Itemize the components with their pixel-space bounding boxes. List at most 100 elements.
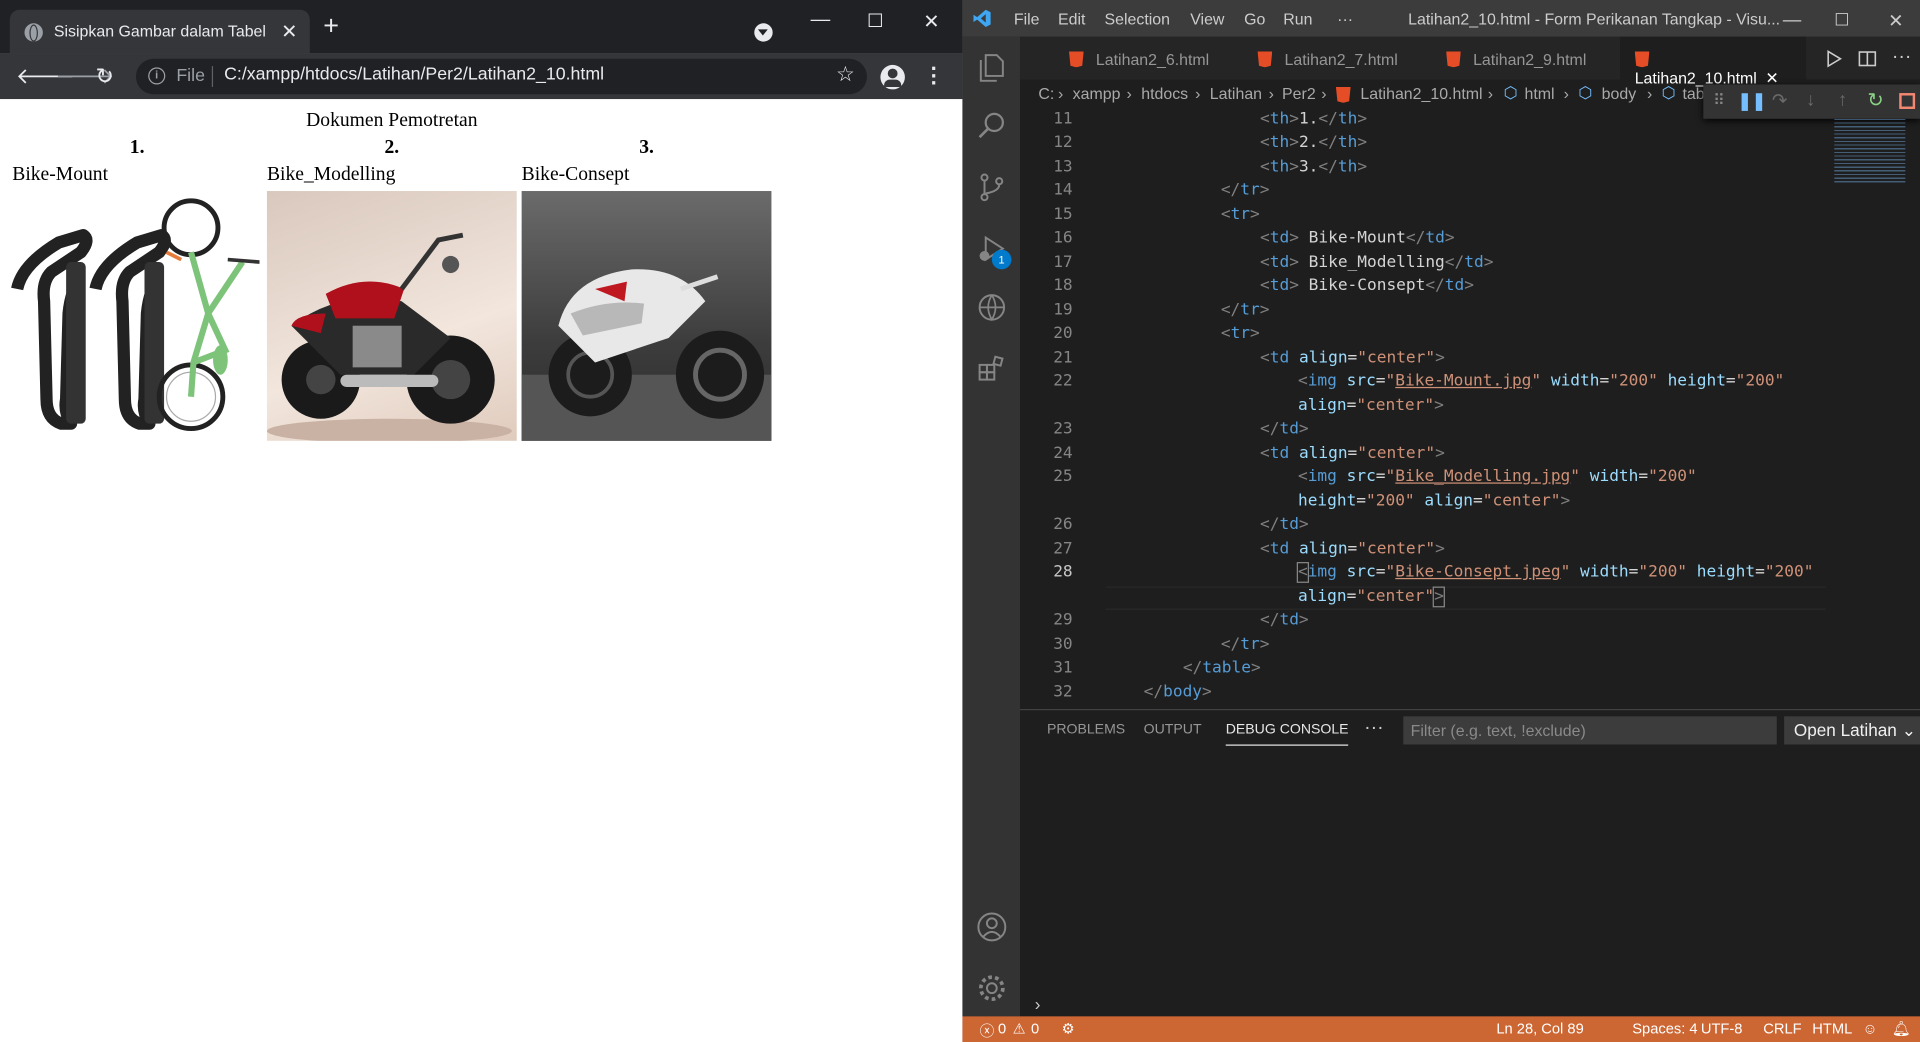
source-control-icon[interactable]: [976, 171, 1008, 203]
warning-count[interactable]: 0: [1031, 1020, 1039, 1037]
bookmark-star-icon[interactable]: ☆: [836, 62, 855, 86]
menu-file[interactable]: File: [1014, 10, 1040, 28]
debug-console-filter-input[interactable]: Filter (e.g. text, !exclude): [1403, 716, 1777, 745]
open-latihan-select[interactable]: Open Latihan ⌄: [1784, 716, 1920, 745]
code-line: <img src="Bike-Mount.jpg" width="200" he…: [1297, 372, 1785, 391]
breadcrumb-item[interactable]: html: [1525, 84, 1555, 102]
step-into-icon[interactable]: ↓: [1806, 89, 1815, 110]
code-line: align="center">: [1297, 586, 1446, 608]
globe-icon: [24, 23, 43, 42]
table-caption: Dokumen Pemotretan: [306, 110, 478, 132]
warning-icon[interactable]: ⚠: [1013, 1020, 1026, 1037]
breadcrumb-item[interactable]: body: [1602, 84, 1637, 102]
tab-latihan2-10[interactable]: Latihan2_10.html ✕: [1620, 36, 1807, 87]
vscode-titlebar: File Edit Selection View Go Run ··· Lati…: [962, 0, 1920, 37]
line-number: 17: [1053, 253, 1073, 272]
tab-problems[interactable]: PROBLEMS: [1047, 722, 1125, 737]
explorer-icon[interactable]: [976, 51, 1008, 83]
more-actions-icon[interactable]: ···: [1892, 47, 1912, 69]
table-cell-bike-consept: Bike-Consept: [521, 164, 630, 185]
extensions-icon[interactable]: [976, 353, 1008, 385]
step-out-icon[interactable]: ↑: [1838, 89, 1847, 110]
menu-more[interactable]: ···: [1337, 10, 1353, 28]
chevron-right-icon: ›: [1646, 84, 1653, 103]
code-line: <th>3.</th>: [1260, 157, 1368, 177]
code-editor[interactable]: 11 12 13 14 15 16 17 18 19 20 21 22 23 24 25 26 27 28 29 30…: [1020, 109, 1920, 709]
reload-icon[interactable]: ↻: [96, 64, 114, 90]
close-tab-icon[interactable]: ✕: [281, 20, 297, 44]
search-icon[interactable]: [976, 110, 1008, 142]
table-cell-bike-modelling: Bike_Modelling: [266, 164, 396, 185]
address-url[interactable]: C:/xampp/htdocs/Latihan/Per2/Latihan2_10…: [224, 65, 604, 85]
tab-latihan2-9[interactable]: Latihan2_9.html: [1446, 37, 1586, 80]
minimize-icon[interactable]: —: [811, 10, 831, 32]
notifications-bell-icon[interactable]: 🔔︎: [1892, 1020, 1911, 1037]
encoding[interactable]: UTF-8: [1701, 1020, 1743, 1037]
breadcrumb-item[interactable]: C:: [1038, 84, 1054, 102]
drag-handle-icon[interactable]: ⠿: [1713, 91, 1725, 111]
html5-icon: [1068, 51, 1084, 68]
minimize-icon[interactable]: —: [1783, 10, 1801, 31]
language-mode[interactable]: HTML: [1812, 1020, 1852, 1037]
line-number: 28: [1053, 563, 1073, 582]
line-number: 25: [1053, 467, 1073, 487]
line-number: 29: [1053, 611, 1073, 630]
indentation[interactable]: Spaces: 4: [1632, 1020, 1697, 1037]
breadcrumb-item[interactable]: xampp: [1073, 84, 1121, 102]
close-window-icon[interactable]: ✕: [923, 10, 939, 34]
menu-run[interactable]: Run: [1283, 10, 1312, 28]
stop-icon[interactable]: [1899, 93, 1916, 109]
address-bar[interactable]: i File C:/xampp/htdocs/Latihan/Per2/Lati…: [135, 58, 867, 95]
table-header-1: 1.: [129, 137, 145, 158]
feedback-icon[interactable]: ☺: [1862, 1020, 1877, 1037]
menu-edit[interactable]: Edit: [1058, 10, 1085, 28]
minimap[interactable]: [1834, 118, 1906, 183]
line-number: 12: [1053, 133, 1073, 152]
new-tab-button[interactable]: +: [323, 12, 339, 39]
breadcrumb-item[interactable]: htdocs: [1141, 84, 1188, 102]
menu-selection[interactable]: Selection: [1104, 10, 1169, 28]
remote-explorer-icon[interactable]: [976, 291, 1008, 323]
tab-latihan2-6[interactable]: Latihan2_6.html: [1068, 37, 1209, 80]
browser-window: Sisipkan Gambar dalam Tabel ✕ + — ☐ ✕ 🡐 …: [0, 0, 963, 1042]
line-number: 24: [1053, 444, 1073, 463]
code-line: <td align="center">: [1260, 444, 1445, 463]
error-count[interactable]: 0: [998, 1020, 1006, 1037]
accounts-icon[interactable]: [976, 911, 1008, 943]
tab-output[interactable]: OUTPUT: [1144, 722, 1202, 737]
profile-avatar-icon[interactable]: [880, 64, 905, 90]
symbol-icon: ⬡: [1661, 83, 1676, 102]
line-ending[interactable]: CRLF: [1763, 1020, 1801, 1037]
menu-go[interactable]: Go: [1244, 10, 1265, 28]
console-prompt-icon[interactable]: ›: [1035, 994, 1041, 1014]
bike-modelling-image: [266, 191, 517, 441]
cursor-position[interactable]: Ln 28, Col 89: [1496, 1020, 1583, 1037]
menu-view[interactable]: View: [1190, 10, 1224, 28]
line-number: 23: [1053, 420, 1073, 439]
breadcrumb-item[interactable]: tab: [1682, 84, 1704, 102]
breadcrumb-item[interactable]: Latihan: [1210, 84, 1262, 102]
close-window-icon[interactable]: ✕: [1888, 10, 1903, 32]
info-icon[interactable]: i: [148, 67, 166, 85]
browser-tab[interactable]: Sisipkan Gambar dalam Tabel ✕: [9, 9, 310, 54]
breadcrumb-item[interactable]: Per2: [1282, 84, 1316, 102]
settings-gear-icon[interactable]: [976, 972, 1008, 1004]
chevron-right-icon: ›: [1563, 84, 1570, 103]
code-line: </body>: [1143, 683, 1212, 702]
maximize-icon[interactable]: ☐: [867, 10, 883, 32]
errors-icon[interactable]: ⓧ: [980, 1020, 995, 1041]
tab-debug-console[interactable]: DEBUG CONSOLE: [1225, 722, 1349, 746]
run-icon[interactable]: [1825, 49, 1845, 69]
breadcrumb-item[interactable]: Latihan2_10.html: [1360, 84, 1482, 102]
tab-search-icon[interactable]: [754, 23, 773, 42]
debug-status-icon[interactable]: ⚙: [1062, 1020, 1075, 1037]
code-line: align="center">: [1297, 396, 1444, 416]
tab-latihan2-7[interactable]: Latihan2_7.html: [1257, 37, 1398, 80]
chevron-right-icon: ›: [1321, 84, 1327, 103]
more-menu-icon[interactable]: · · ·: [931, 58, 938, 95]
panel-more-icon[interactable]: ···: [1364, 718, 1384, 740]
split-editor-icon[interactable]: [1858, 49, 1878, 69]
line-number: 13: [1053, 157, 1073, 177]
maximize-icon[interactable]: ☐: [1834, 10, 1849, 31]
browser-toolbar: 🡐 🡒 ↻ i File C:/xampp/htdocs/Latihan/Per…: [0, 53, 963, 100]
